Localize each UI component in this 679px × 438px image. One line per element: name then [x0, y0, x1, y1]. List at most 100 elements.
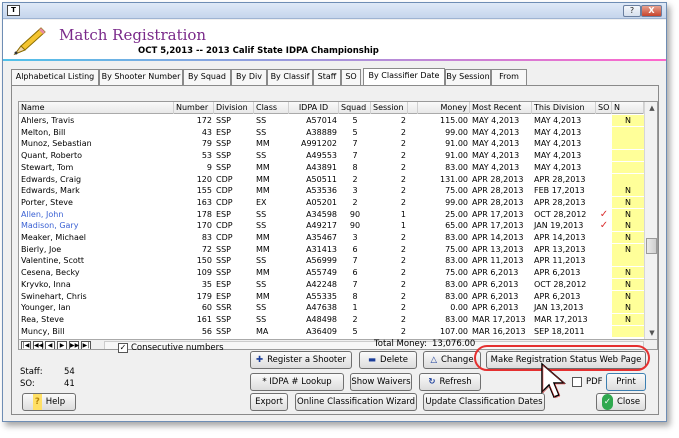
table-row[interactable]: Valentine, Scott 150 SSP SS A56999 7 2 83.00 APR…	[19, 255, 657, 267]
window-help-button[interactable]: ?	[623, 5, 641, 17]
tab-staff[interactable]: Staff	[313, 69, 341, 85]
scroll-thumb[interactable]	[646, 238, 657, 254]
table-row[interactable]: Swinehart, Chris 179 ESP MM A55335 8 2 83.00 APR…	[19, 290, 657, 302]
nav-prev-page-icon[interactable]: ◀◀	[33, 341, 43, 349]
refresh-button[interactable]: ↻ Refresh	[419, 373, 481, 391]
table-row[interactable]: Porter, Steve 163 CDP EX A05201 2 2 99.00 APR 28…	[19, 196, 657, 208]
table-row[interactable]: Muncy, Bill 56 SSP MA A36409 5 2 107.00 MAR 16,2…	[19, 325, 657, 337]
vertical-scrollbar[interactable]: ▲ ▼	[644, 102, 657, 339]
table-row[interactable]: Meaker, Michael 83 CDP MM A35467 3 2 83.00 APR 1…	[19, 232, 657, 243]
cell-number: 53	[201, 151, 212, 161]
table-row[interactable]: Quant, Roberto 53 SSP SS A49553 7 2 91.00 MAY 4,…	[19, 150, 657, 162]
cell-idpa: A53536	[306, 186, 337, 196]
cell-idpa: A55335	[306, 291, 337, 301]
tab-by-shooter-number[interactable]: By Shooter Number	[99, 69, 183, 85]
table-row[interactable]: Younger, Ian 60 SSR SS A47638 1 2 0.00 APR 6,201…	[19, 302, 657, 314]
cell-idpa: A55749	[306, 268, 337, 278]
cell-money: 75.00	[445, 268, 468, 278]
cell-squad: 8	[352, 162, 358, 172]
pdf-checkbox[interactable]	[572, 377, 582, 387]
consecutive-numbers-label: Consecutive numbers	[131, 343, 224, 353]
tab-by-classif[interactable]: By Classif	[267, 69, 313, 85]
tab-by-squad[interactable]: By Squad	[183, 69, 231, 85]
table-row[interactable]: Madison, Gary 170 CDP SS A49217 90 1 65.00 APR 1…	[19, 220, 657, 232]
scroll-up-icon[interactable]: ▲	[645, 102, 657, 114]
table-row[interactable]: Kryvko, Inna 35 ESP SS A42248 7 2 83.00 APR 6,20…	[19, 278, 657, 290]
change-button[interactable]: △ Change	[423, 351, 481, 369]
scroll-down-icon[interactable]: ▼	[645, 327, 657, 339]
cell-thisdiv: APR 6,2013	[534, 291, 581, 301]
tab-by-session[interactable]: By Session	[445, 69, 491, 85]
col-idpa-id[interactable]: IDPA ID	[289, 102, 339, 114]
cell-idpa: A50511	[306, 174, 337, 184]
nav-first-icon[interactable]: |◀	[21, 341, 31, 349]
nav-next-page-icon[interactable]: ▶▶	[69, 341, 79, 349]
col-most-recent[interactable]: Most Recent	[470, 102, 532, 114]
nav-last-icon[interactable]: ▶|	[81, 341, 91, 349]
table-row[interactable]: Edwards, Craig 120 CDP MM A50511 2 2 131.00 APR …	[19, 173, 657, 185]
cell-idpa: A49217	[306, 221, 337, 231]
cell-squad: 5	[352, 326, 358, 336]
registration-grid[interactable]: Name Number Division Class IDPA ID Squad…	[18, 101, 658, 350]
table-row[interactable]: Allen, John 178 ESP SS A34598 90 1 25.00 APR 17,…	[19, 208, 657, 220]
tab-alphabetical-listing[interactable]: Alphabetical Listing	[11, 69, 99, 85]
table-row[interactable]: Stewart, Tom 9 SSP MM A43891 8 2 83.00 MAY 4,201…	[19, 161, 657, 173]
cell-session: 2	[400, 326, 406, 336]
col-n[interactable]: N	[612, 102, 644, 114]
col-this-division[interactable]: This Division	[532, 102, 596, 114]
cell-squad: 5	[352, 116, 358, 125]
cell-squad: 3	[352, 233, 358, 242]
show-waivers-button[interactable]: Show Waivers	[350, 373, 412, 391]
help-button[interactable]: ? Help	[22, 393, 76, 411]
tab-so[interactable]: SO	[341, 69, 361, 85]
tab-by-div[interactable]: By Div	[231, 69, 267, 85]
table-row[interactable]: Munoz, Sebastian 79 SSP MM A991202 7 2 91.00 MAY…	[19, 138, 657, 150]
close-button[interactable]: ✓ Close	[596, 393, 646, 411]
cell-session: 2	[400, 162, 406, 172]
update-classification-dates-button[interactable]: Update Classification Dates	[423, 393, 545, 411]
col-division[interactable]: Division	[214, 102, 254, 114]
col-blank[interactable]	[408, 102, 418, 114]
table-row[interactable]: Edwards, Mark 155 CDP MM A53536 3 2 75.00 APR 28…	[19, 185, 657, 197]
cell-division: CDP	[216, 233, 233, 242]
cell-idpa: A36409	[306, 326, 337, 336]
col-money[interactable]: Money	[418, 102, 470, 114]
col-squad[interactable]: Squad	[339, 102, 371, 114]
tab-from[interactable]: From	[491, 69, 527, 85]
cell-money: 83.00	[445, 162, 468, 172]
delete-button[interactable]: ▬ Delete	[359, 351, 417, 369]
col-session[interactable]: Session	[371, 102, 408, 114]
cell-session: 2	[400, 186, 406, 196]
window-close-button[interactable]: X	[641, 5, 662, 17]
cell-class: SS	[256, 116, 267, 125]
cell-so	[596, 291, 612, 302]
col-number[interactable]: Number	[174, 102, 214, 114]
table-row[interactable]: Ahlers, Travis 172 SSP SS A57014 5 2 115.00 MAY …	[19, 115, 657, 126]
cell-division: ESP	[216, 279, 231, 289]
idpa-lookup-button[interactable]: * IDPA # Lookup	[250, 373, 344, 391]
cell-number: 83	[201, 233, 212, 242]
export-button[interactable]: Export	[250, 393, 288, 411]
cell-session: 2	[400, 291, 406, 301]
cell-n: N	[612, 232, 644, 243]
col-so[interactable]: SO	[596, 102, 612, 114]
nav-next-icon[interactable]: ▶	[57, 341, 67, 349]
table-row[interactable]: Melton, Bill 43 ESP SS A38889 5 2 99.00 MAY 4,20…	[19, 126, 657, 138]
online-classification-wizard-button[interactable]: Online Classification Wizard	[295, 393, 417, 411]
col-name[interactable]: Name	[19, 102, 174, 114]
cell-recent: APR 28,2013	[472, 197, 524, 207]
col-class[interactable]: Class	[254, 102, 289, 114]
cell-class: EX	[256, 197, 267, 207]
consecutive-numbers-checkbox[interactable]: ✓	[118, 343, 128, 353]
table-row[interactable]: Cesena, Becky 109 SSP MM A55749 6 2 75.00 APR 6,…	[19, 267, 657, 279]
nav-prev-icon[interactable]: ◀	[45, 341, 55, 349]
tab-by-classifier-date[interactable]: By Classifier Date	[363, 68, 445, 85]
register-shooter-button[interactable]: ✚ Register a Shooter	[250, 351, 352, 369]
cell-n: N	[612, 196, 644, 208]
cell-recent: APR 28,2013	[472, 186, 524, 196]
mouse-cursor-icon	[541, 362, 567, 399]
cell-money: 83.00	[445, 256, 468, 266]
table-row[interactable]: Bierly, Joe 72 SSP MM A31413 6 2 75.00 APR 13,20…	[19, 243, 657, 255]
table-row[interactable]: Rea, Steve 161 SSP SS A48498 2 2 83.00 MAR 17,20…	[19, 313, 657, 325]
print-button[interactable]: Print	[606, 373, 646, 391]
